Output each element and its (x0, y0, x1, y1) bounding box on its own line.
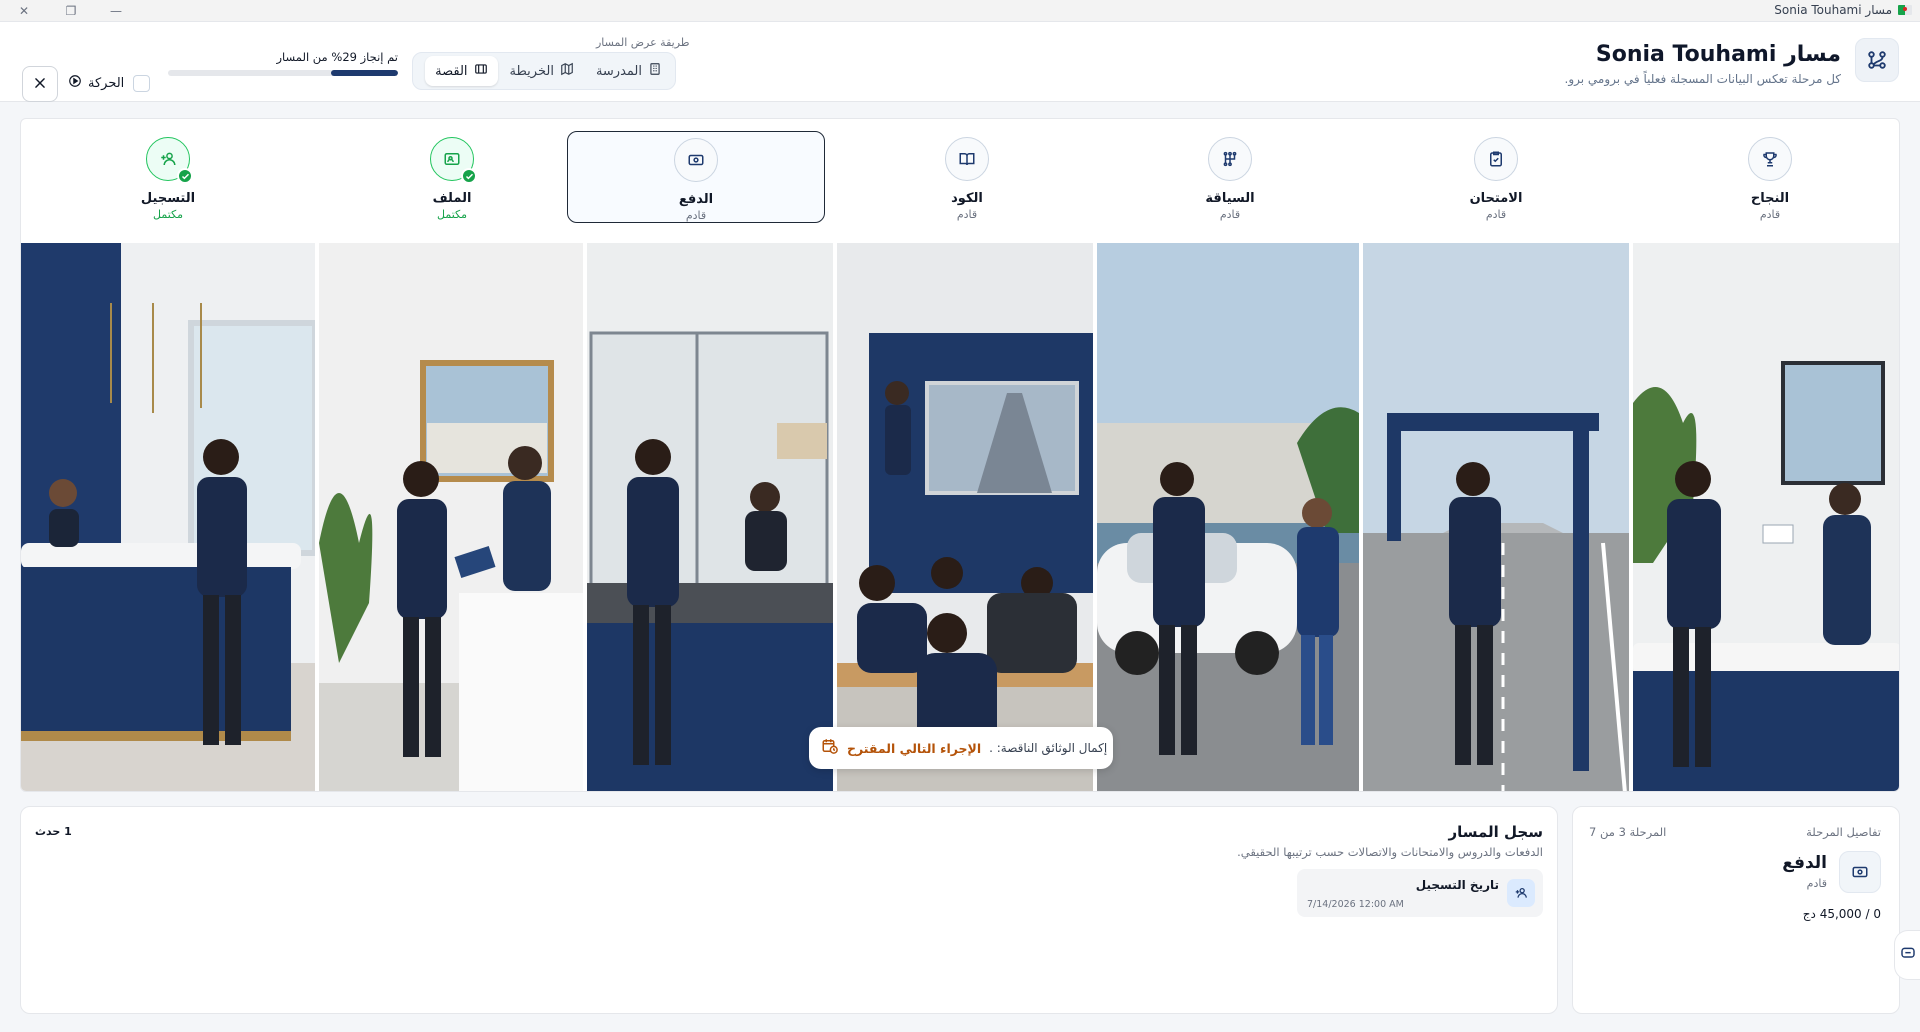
scene-exam-illustration[interactable] (1363, 243, 1629, 791)
stage-step-success[interactable]: النجاح قادم (1639, 119, 1899, 243)
progress-bar (168, 70, 398, 76)
map-icon (560, 62, 574, 80)
check-icon (177, 168, 193, 184)
stage-step-title: التسجيل (140, 191, 196, 206)
stage-step-title: الكود (951, 191, 983, 206)
scene-registration-illustration[interactable] (21, 243, 315, 791)
stage-illustrations (21, 243, 1899, 791)
stage-strip: النجاح قادم الامتحان قادم السياقة قادم ا… (20, 118, 1900, 792)
page-subtitle: كل مرحلة تعكس البيانات المسجلة فعلياً في… (1564, 72, 1841, 86)
stage-step-title: الملف (432, 191, 472, 206)
stage-details-title: الدفع (1782, 853, 1827, 873)
stage-step-status: مكتمل (437, 208, 467, 221)
stage-step-title: السياقة (1205, 191, 1255, 206)
timeline-event-date: 7/14/2026 12:00 AM (1307, 899, 1404, 910)
page-header: مسار Sonia Touhami كل مرحلة تعكس البيانا… (0, 22, 1920, 102)
calendar-clock-icon (821, 737, 839, 759)
building-icon (648, 62, 662, 80)
stage-counter: المرحلة 3 من 7 (1589, 825, 1667, 839)
check-icon (461, 168, 477, 184)
window-restore-icon[interactable]: ❐ (63, 3, 79, 19)
timeline-event-count: 1 حدث (35, 825, 72, 838)
stage-details-panel: تفاصيل المرحلة المرحلة 3 من 7 الدفع قادم… (1572, 806, 1900, 1014)
timeline-event[interactable]: تاريخ التسجيل 7/14/2026 12:00 AM (1297, 869, 1543, 917)
clipboard-check-icon (1474, 137, 1518, 181)
view-mode-map-button[interactable]: الخريطة (500, 56, 584, 86)
stage-details-status: قادم (1806, 877, 1827, 890)
progress-label: تم إنجاز 29% من المسار (276, 50, 398, 64)
stage-details-label: تفاصيل المرحلة (1806, 825, 1881, 839)
next-action-banner: الإجراء التالي المقترح إكمال الوثائق الن… (809, 727, 1113, 769)
next-action-value: إكمال الوثائق الناقصة: . (989, 741, 1108, 755)
user-plus-icon (146, 137, 193, 184)
scene-driving-illustration[interactable] (1097, 243, 1359, 791)
stage-step-exam[interactable]: الامتحان قادم (1363, 119, 1629, 243)
motion-checkbox[interactable] (133, 75, 150, 92)
trophy-icon (1748, 137, 1792, 181)
motion-label: الحركة (88, 75, 125, 91)
page-title: مسار Sonia Touhami (1595, 42, 1841, 67)
window-titlebar: ✕ ❐ — Sonia Touhami مسار (0, 0, 1920, 22)
chat-icon (1900, 945, 1916, 965)
view-mode-map-label: الخريطة (509, 63, 554, 79)
window-title-text: Sonia Touhami مسار (1774, 3, 1892, 17)
timeline-event-title: تاريخ التسجيل (1415, 878, 1499, 892)
route-icon (1855, 38, 1899, 82)
view-mode-switcher: المدرسة الخريطة القصة (412, 52, 676, 90)
window-title: Sonia Touhami مسار (1774, 3, 1912, 17)
stage-step-title: النجاح (1750, 191, 1790, 206)
stage-step-title: الدفع (678, 192, 714, 207)
folder-user-icon (430, 137, 477, 184)
window-close-icon[interactable]: ✕ (16, 3, 32, 19)
close-button[interactable] (22, 66, 58, 102)
stage-step-payment[interactable]: الدفع قادم (567, 131, 825, 223)
next-action-label: الإجراء التالي المقترح (847, 740, 982, 756)
progress-bar-fill (331, 70, 398, 76)
route-timeline-panel: سجل المسار الدفعات والدروس والامتحانات و… (20, 806, 1558, 1014)
cash-icon (1839, 851, 1881, 893)
stage-step-registration[interactable]: التسجيل مكتمل (21, 119, 315, 243)
app-logo-icon (1898, 5, 1912, 15)
stage-step-title: الامتحان (1469, 191, 1523, 206)
stage-step-status: قادم (685, 209, 707, 222)
book-open-icon (945, 137, 989, 181)
cash-icon (674, 138, 718, 182)
window-minimize-icon[interactable]: — (108, 3, 124, 19)
stage-step-status: قادم (1219, 208, 1241, 221)
scene-code-illustration[interactable] (837, 243, 1093, 791)
stage-payment-amount: 0 / 45,000 دج (1802, 907, 1881, 921)
motion-icon (68, 74, 82, 92)
stage-step-code[interactable]: الكود قادم (837, 119, 1097, 243)
close-icon (33, 75, 47, 94)
scene-payment-illustration[interactable] (587, 243, 833, 791)
motion-toggle[interactable]: الحركة (68, 72, 124, 94)
view-mode-school-label: المدرسة (595, 63, 642, 79)
view-mode-story-button[interactable]: القصة (425, 56, 498, 86)
stage-step-file[interactable]: الملف مكتمل (321, 119, 583, 243)
side-panel-handle[interactable] (1894, 930, 1920, 980)
view-mode-label: طريقة عرض المسار (596, 36, 690, 49)
timeline-title: سجل المسار (1448, 823, 1543, 841)
view-mode-story-label: القصة (435, 63, 468, 79)
stage-step-status: قادم (956, 208, 978, 221)
scene-file-illustration[interactable] (319, 243, 583, 791)
stage-steps: النجاح قادم الامتحان قادم السياقة قادم ا… (21, 119, 1899, 243)
view-mode-school-button[interactable]: المدرسة (586, 56, 672, 86)
gear-shift-icon (1208, 137, 1252, 181)
stage-step-status: قادم (1485, 208, 1507, 221)
timeline-subtitle: الدفعات والدروس والامتحانات والاتصالات ح… (1237, 845, 1543, 859)
film-icon (474, 62, 488, 80)
user-plus-icon (1507, 879, 1535, 907)
stage-step-status: قادم (1759, 208, 1781, 221)
stage-step-status: مكتمل (153, 208, 183, 221)
stage-step-driving[interactable]: السياقة قادم (1097, 119, 1363, 243)
scene-success-illustration[interactable] (1633, 243, 1899, 791)
